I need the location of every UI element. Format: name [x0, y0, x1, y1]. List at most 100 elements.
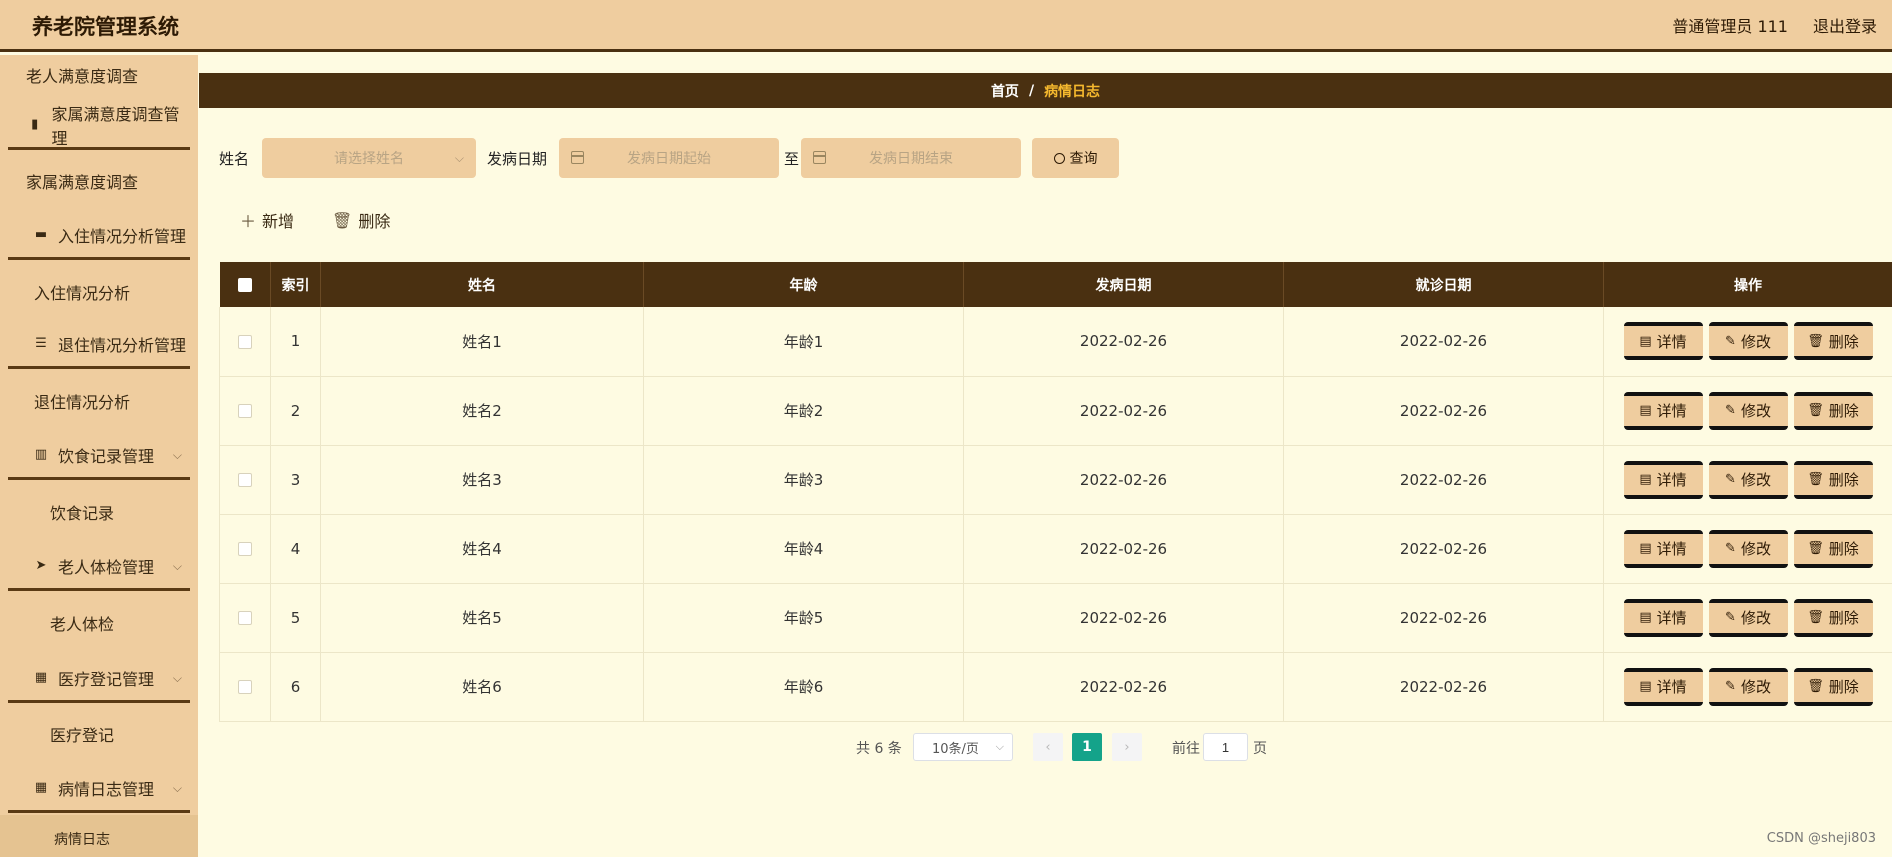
edit-button[interactable]: ✎ 修改 — [1708, 322, 1788, 361]
cell-onset-date: 2022-02-26 — [963, 583, 1284, 653]
detail-button[interactable]: ▤ 详情 — [1623, 529, 1703, 568]
pencil-icon: ✎ — [1725, 679, 1736, 694]
sidebar-item-label: 入住情况分析 — [34, 284, 131, 303]
current-page-button[interactable]: 1 — [1072, 733, 1102, 761]
detail-button[interactable]: ▤ 详情 — [1623, 322, 1703, 361]
edit-button[interactable]: ✎ 修改 — [1708, 391, 1788, 430]
row-select-cell — [219, 652, 271, 722]
edit-button[interactable]: ✎ 修改 — [1708, 460, 1788, 499]
delete-button-label: 删除 — [1828, 471, 1859, 489]
detail-button[interactable]: ▤ 详情 — [1623, 391, 1703, 430]
onset-date-start-picker[interactable]: 发病日期起始 — [559, 138, 779, 178]
cell-age: 年龄2 — [643, 376, 964, 446]
cell-index: 6 — [270, 652, 321, 722]
edit-button-label: 修改 — [1740, 540, 1771, 558]
sidebar-item-0[interactable]: 老人满意度调查 — [8, 55, 190, 95]
cell-index: 3 — [270, 445, 321, 515]
add-button[interactable]: ＋ 新增 — [240, 208, 294, 232]
row-checkbox[interactable] — [238, 680, 252, 694]
date-start-placeholder: 发病日期起始 — [627, 151, 711, 167]
name-filter-label: 姓名 — [219, 150, 250, 168]
table-row[interactable]: 4 姓名4 年龄4 2022-02-26 2022-02-26 ▤ 详情 ✎ 修改 🗑 删除 — [219, 514, 1892, 584]
table-header-row: 索引 姓名 年龄 发病日期 就诊日期 操作 — [219, 262, 1892, 307]
row-checkbox[interactable] — [238, 404, 252, 418]
detail-button-label: 详情 — [1656, 540, 1687, 558]
book-icon: ▮ — [31, 117, 39, 132]
grid-icon: ▦ — [34, 780, 48, 795]
page-size-select[interactable]: 10条/页 ⌵ — [913, 733, 1013, 761]
edit-button[interactable]: ✎ 修改 — [1708, 598, 1788, 637]
delete-button[interactable]: 🗑 删除 — [1793, 598, 1873, 637]
column-header-onset-date[interactable]: 发病日期 — [963, 262, 1284, 307]
next-page-button[interactable]: › — [1112, 733, 1142, 761]
sidebar-item-14[interactable]: 病情日志 — [8, 819, 190, 857]
batch-delete-button[interactable]: 🗑 删除 — [332, 208, 390, 232]
pencil-icon: ✎ — [1725, 541, 1736, 556]
sidebar-item-label: 病情日志 — [54, 832, 110, 848]
cell-name: 姓名2 — [320, 376, 644, 446]
pencil-icon: ✎ — [1725, 472, 1736, 487]
table-row[interactable]: 2 姓名2 年龄2 2022-02-26 2022-02-26 ▤ 详情 ✎ 修改 🗑 删除 — [219, 376, 1892, 446]
table-row[interactable]: 5 姓名5 年龄5 2022-02-26 2022-02-26 ▤ 详情 ✎ 修改 🗑 删除 — [219, 583, 1892, 653]
logout-button[interactable]: 退出登录 — [1813, 13, 1877, 37]
sidebar-item-10[interactable]: 老人体检 — [8, 603, 190, 643]
row-checkbox[interactable] — [238, 473, 252, 487]
sidebar-nav: 老人满意度调查 ▮ 家属满意度调查管理 家属满意度调查 ▬ 入住情况分析管理入住情况分析 ☰… — [0, 55, 198, 857]
delete-button[interactable]: 🗑 删除 — [1793, 322, 1873, 361]
row-checkbox[interactable] — [238, 611, 252, 625]
row-select-cell — [219, 445, 271, 515]
detail-button[interactable]: ▤ 详情 — [1623, 598, 1703, 637]
query-button[interactable]: 查询 — [1032, 138, 1119, 178]
sidebar-item-4[interactable]: 入住情况分析 — [8, 272, 190, 312]
cell-age: 年龄3 — [643, 445, 964, 515]
sidebar-group-13[interactable]: ▦ 病情日志管理 ⌵ — [8, 768, 190, 808]
detail-button[interactable]: ▤ 详情 — [1623, 667, 1703, 706]
sidebar-item-2[interactable]: 家属满意度调查 — [8, 161, 190, 201]
sidebar-item-6[interactable]: 退住情况分析 — [8, 381, 190, 421]
delete-button[interactable]: 🗑 删除 — [1793, 667, 1873, 706]
cell-name: 姓名1 — [320, 307, 644, 377]
edit-button[interactable]: ✎ 修改 — [1708, 529, 1788, 568]
sidebar-group-7[interactable]: ▥ 饮食记录管理 ⌵ — [8, 435, 190, 475]
prev-page-button[interactable]: ‹ — [1033, 733, 1063, 761]
cell-name: 姓名5 — [320, 583, 644, 653]
name-select[interactable]: 请选择姓名 ⌵ — [262, 138, 476, 178]
column-header-index[interactable]: 索引 — [270, 262, 321, 307]
delete-button[interactable]: 🗑 删除 — [1793, 529, 1873, 568]
goto-page-input[interactable] — [1203, 733, 1248, 761]
illness-log-table: 索引 姓名 年龄 发病日期 就诊日期 操作 1 姓名1 年龄1 2022-02-26 2… — [219, 262, 1892, 722]
sidebar-item-label: 医疗登记管理 — [58, 670, 155, 689]
delete-button[interactable]: 🗑 删除 — [1793, 460, 1873, 499]
table-row[interactable]: 6 姓名6 年龄6 2022-02-26 2022-02-26 ▤ 详情 ✎ 修改 🗑 删除 — [219, 652, 1892, 722]
breadcrumb-home[interactable]: 首页 — [991, 81, 1019, 101]
sidebar-group-9[interactable]: ➤ 老人体检管理 ⌵ — [8, 546, 190, 586]
delete-button[interactable]: 🗑 删除 — [1793, 391, 1873, 430]
edit-button[interactable]: ✎ 修改 — [1708, 667, 1788, 706]
sidebar-group-11[interactable]: ▦ 医疗登记管理 ⌵ — [8, 658, 190, 698]
pencil-icon: ✎ — [1725, 610, 1736, 625]
sidebar-group-5[interactable]: ☰ 退住情况分析管理 — [8, 324, 190, 364]
column-header-age[interactable]: 年龄 — [643, 262, 964, 307]
sidebar-item-8[interactable]: 饮食记录 — [8, 492, 190, 532]
row-checkbox[interactable] — [238, 542, 252, 556]
cell-visit-date: 2022-02-26 — [1283, 583, 1604, 653]
table-row[interactable]: 1 姓名1 年龄1 2022-02-26 2022-02-26 ▤ 详情 ✎ 修改 🗑 删除 — [219, 307, 1892, 377]
sidebar-group-3[interactable]: ▬ 入住情况分析管理 — [8, 215, 190, 255]
document-icon: ▤ — [1639, 472, 1652, 487]
row-checkbox[interactable] — [238, 334, 252, 349]
table-row[interactable]: 3 姓名3 年龄3 2022-02-26 2022-02-26 ▤ 详情 ✎ 修改 🗑 删除 — [219, 445, 1892, 515]
sidebar-divider — [8, 257, 190, 260]
select-all-checkbox[interactable] — [237, 277, 252, 292]
sidebar-group-1[interactable]: ▮ 家属满意度调查管理 — [8, 105, 190, 148]
edit-button-label: 修改 — [1740, 471, 1771, 489]
sidebar-item-12[interactable]: 医疗登记 — [8, 714, 190, 754]
column-header-visit-date[interactable]: 就诊日期 — [1283, 262, 1604, 307]
chevron-down-icon: ⌵ — [172, 447, 182, 462]
column-header-name[interactable]: 姓名 — [320, 262, 644, 307]
sidebar-item-label: 退住情况分析 — [34, 393, 131, 412]
detail-button[interactable]: ▤ 详情 — [1623, 460, 1703, 499]
onset-date-end-picker[interactable]: 发病日期结束 — [801, 138, 1021, 178]
sidebar-item-label: 饮食记录管理 — [58, 447, 155, 466]
chevron-left-icon: ‹ — [1045, 739, 1051, 755]
sidebar-divider — [8, 700, 190, 703]
